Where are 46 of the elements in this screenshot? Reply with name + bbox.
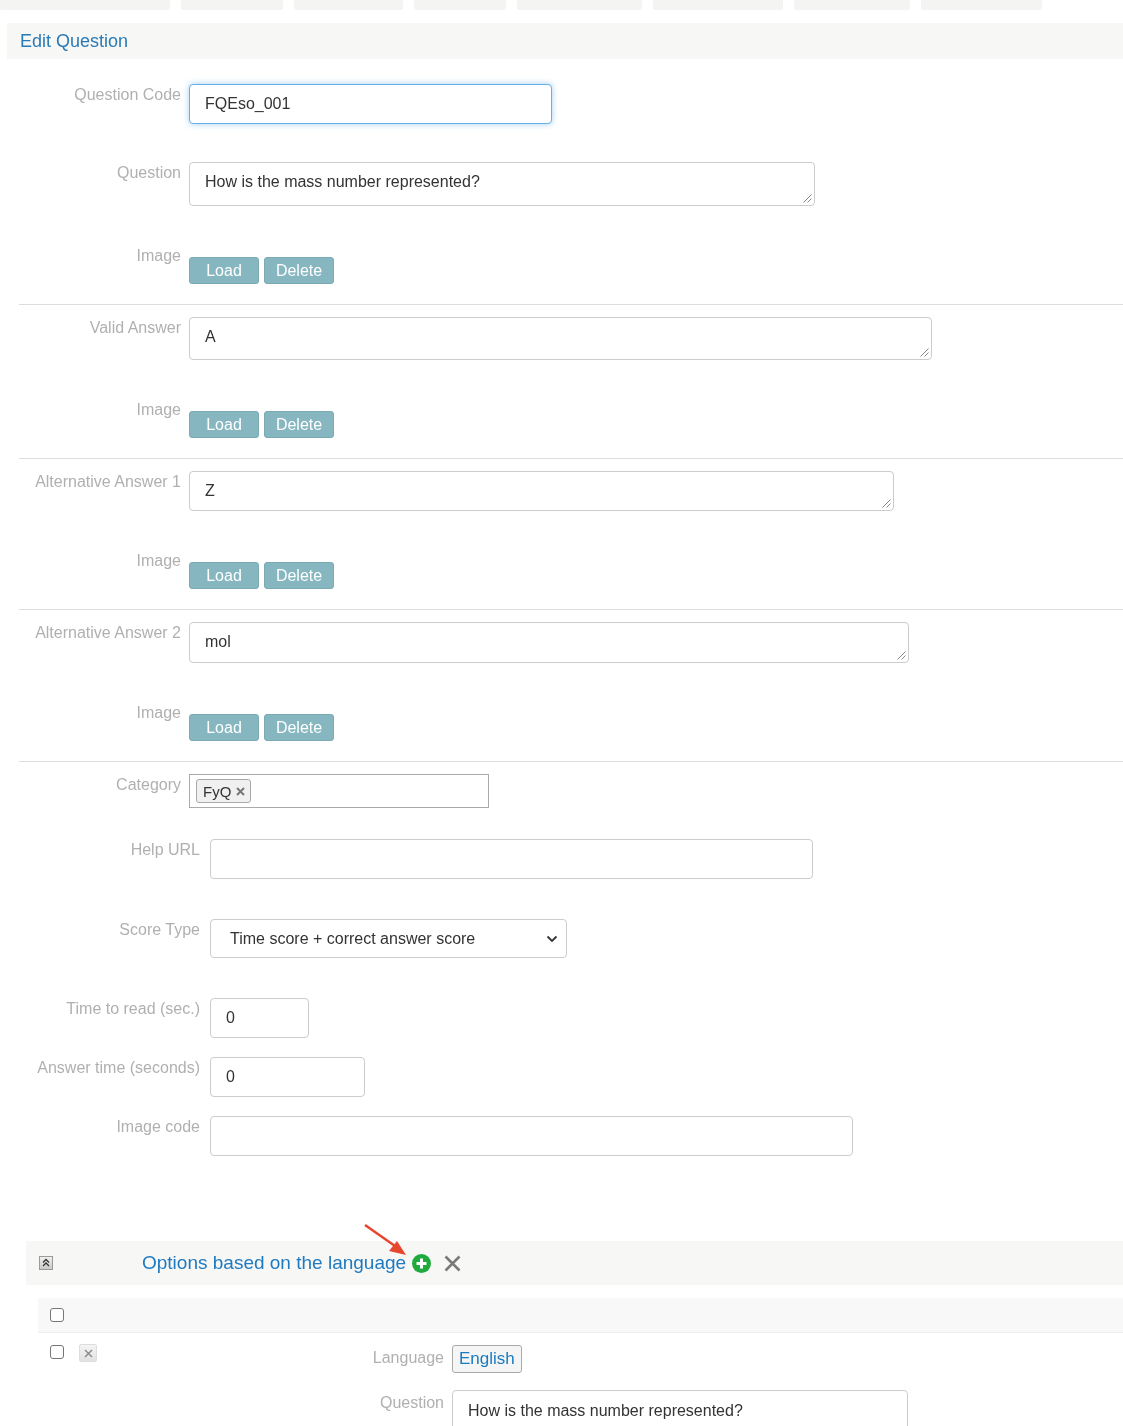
number-input[interactable]: 0 <box>210 998 309 1038</box>
chevron-down-icon <box>546 934 558 943</box>
text-input[interactable]: FQEso_001 <box>189 84 552 124</box>
resize-handle-icon[interactable] <box>882 499 891 508</box>
field-label: Language <box>372 1348 444 1368</box>
resize-handle-icon[interactable] <box>897 651 906 660</box>
field-label: Image code <box>116 1117 200 1137</box>
field-label: Valid Answer <box>89 318 181 338</box>
field-label: Image <box>136 551 181 571</box>
field-label: Question <box>379 1393 444 1413</box>
text-area[interactable]: Z <box>189 471 894 511</box>
field-label: Time to read (sec.) <box>66 999 200 1019</box>
resize-handle-icon[interactable] <box>920 348 929 357</box>
field-label: Question <box>116 163 181 183</box>
category-tag[interactable]: FyQ <box>196 779 252 803</box>
resize-handle-icon[interactable] <box>803 194 812 203</box>
number-input[interactable]: 0 <box>210 1057 365 1097</box>
field-label: Question Code <box>74 85 181 105</box>
remove-icon[interactable] <box>236 786 246 796</box>
text-input[interactable] <box>210 1116 853 1156</box>
tag-input[interactable]: FyQ <box>189 774 489 808</box>
text-area[interactable]: mol <box>189 622 909 663</box>
close-icon <box>83 1348 93 1358</box>
field-label: Score Type <box>119 920 200 940</box>
field-label: Image <box>136 703 181 723</box>
text-area[interactable]: A <box>189 317 932 360</box>
close-icon[interactable] <box>444 1254 462 1272</box>
field-label: Help URL <box>130 840 200 860</box>
text-input[interactable] <box>210 839 813 879</box>
add-icon[interactable] <box>412 1253 432 1273</box>
field-label: Alternative Answer 1 <box>35 472 181 492</box>
field-label: Image <box>136 400 181 420</box>
field-label: Category <box>116 775 181 795</box>
dropdown-select[interactable]: Time score + correct answer score <box>210 919 567 958</box>
field-label: Alternative Answer 2 <box>35 623 181 643</box>
language-button[interactable]: English <box>452 1345 522 1373</box>
page-title: Edit Question <box>20 30 129 52</box>
collapse-icon[interactable] <box>39 1256 53 1270</box>
checkbox[interactable] <box>50 1345 64 1359</box>
field-label: Image <box>136 246 181 266</box>
text-area[interactable]: How is the mass number represented? <box>452 1390 908 1426</box>
delete-button[interactable] <box>79 1344 97 1362</box>
checkbox[interactable] <box>50 1308 64 1322</box>
text-area[interactable]: How is the mass number represented? <box>189 162 815 206</box>
panel-title: Options based on the language <box>142 1252 407 1274</box>
field-label: Answer time (seconds) <box>37 1058 200 1078</box>
